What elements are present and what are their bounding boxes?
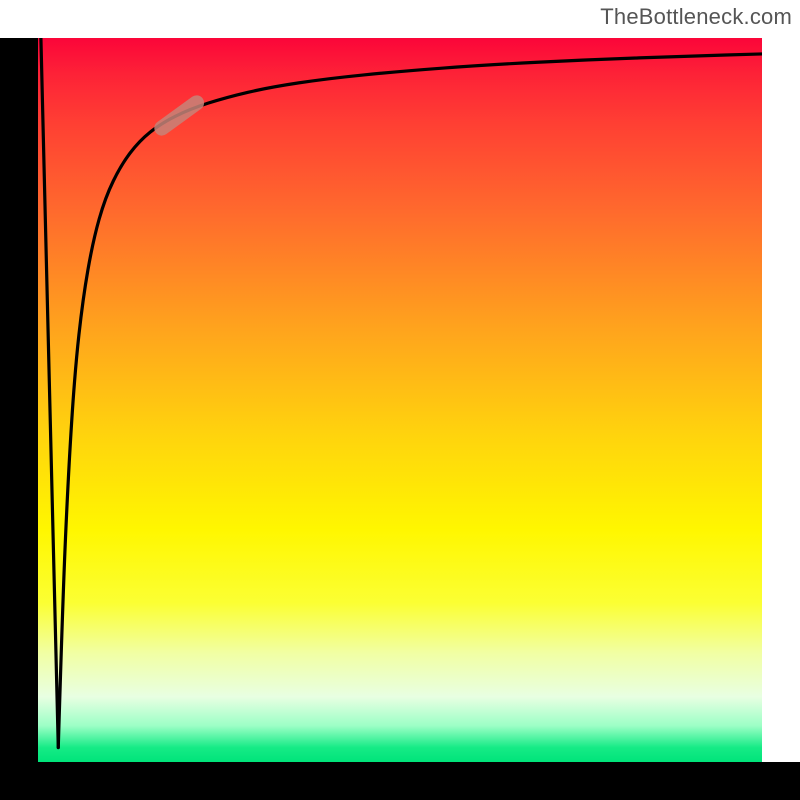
curve-marker-pill <box>151 92 207 138</box>
bottleneck-curve-path <box>58 54 762 748</box>
curve-marker <box>151 92 207 138</box>
watermark-text: TheBottleneck.com <box>600 4 792 30</box>
plot-area <box>38 38 762 762</box>
down-stroke-path <box>41 38 58 748</box>
x-axis-bar <box>0 762 800 800</box>
y-axis-bar <box>0 38 38 762</box>
chart-container: TheBottleneck.com <box>0 0 800 800</box>
curve-layer <box>38 38 762 762</box>
